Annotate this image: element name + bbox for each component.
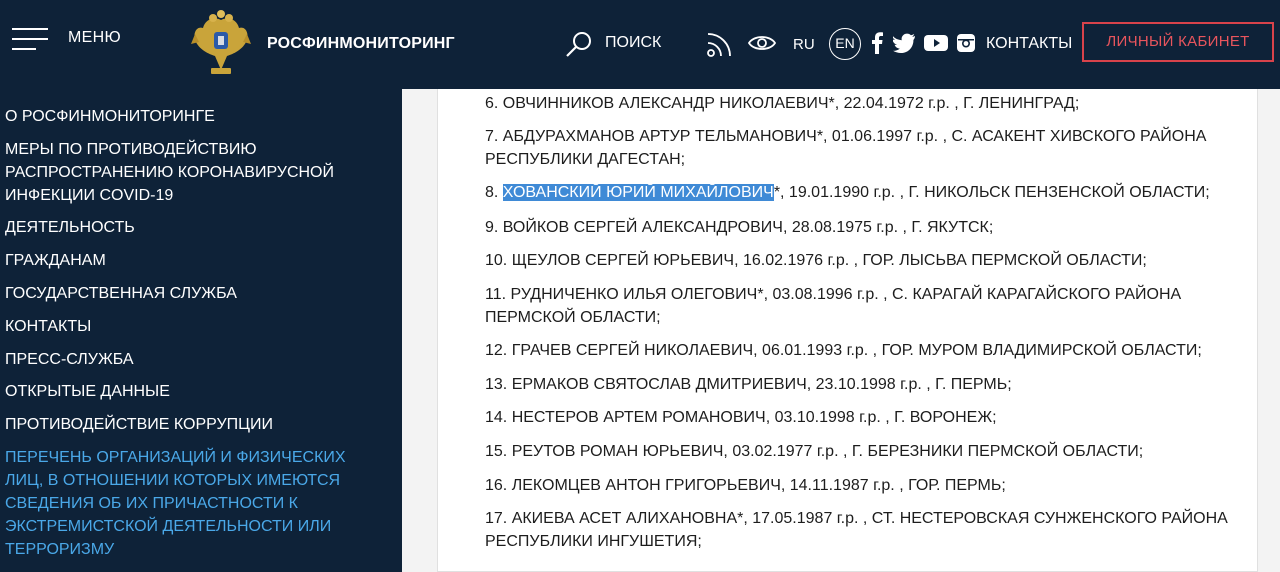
sidebar-item-open-data[interactable]: ОТКРЫТЫЕ ДАННЫЕ [5, 380, 170, 403]
eye-icon[interactable] [748, 32, 776, 54]
contacts-link[interactable]: КОНТАКТЫ [986, 35, 1072, 53]
sidebar-nav: О РОСФИНМОНИТОРИНГЕ МЕРЫ ПО ПРОТИВОДЕЙСТ… [0, 89, 402, 572]
list-item: 12. ГРАЧЕВ СЕРГЕЙ НИКОЛАЕВИЧ, 06.01.1993… [485, 339, 1245, 362]
sidebar-item-press[interactable]: ПРЕСС-СЛУЖБА [5, 348, 134, 371]
list-item-selected: 8. ХОВАНСКИЙ ЮРИЙ МИХАЙЛОВИЧ*, 19.01.199… [485, 181, 1245, 204]
list-item-line: 13. ЕРМАКОВ СВЯТОСЛАВ ДМИТРИЕВИЧ, 23.10.… [485, 376, 1012, 393]
list-item: 17. АКИЕВА АСЕТ АЛИХАНОВНА*, 17.05.1987 … [485, 507, 1245, 553]
list-item-line: 10. ЩЕУЛОВ СЕРГЕЙ ЮРЬЕВИЧ, 16.02.1976 г.… [485, 252, 1147, 269]
sidebar-item-label: ПРОТИВОДЕЙСТВИЕ КОРРУПЦИИ [5, 416, 273, 433]
search-icon[interactable] [564, 30, 594, 58]
sidebar-item-label: ПЕРЕЧЕНЬ ОРГАНИЗАЦИЙ И ФИЗИЧЕСКИХ [5, 449, 346, 466]
list-item: 9. ВОЙКОВ СЕРГЕЙ АЛЕКСАНДРОВИЧ, 28.08.19… [485, 216, 1245, 239]
sidebar-item-label: ОТКРЫТЫЕ ДАННЫЕ [5, 383, 170, 400]
list-item: 16. ЛЕКОМЦЕВ АНТОН ГРИГОРЬЕВИЧ, 14.11.19… [485, 474, 1245, 497]
sidebar-item-civil-service[interactable]: ГОСУДАРСТВЕННАЯ СЛУЖБА [5, 282, 237, 305]
list-item-line: 16. ЛЕКОМЦЕВ АНТОН ГРИГОРЬЕВИЧ, 14.11.19… [485, 477, 1006, 494]
list-item: 14. НЕСТЕРОВ АРТЕМ РОМАНОВИЧ, 03.10.1998… [485, 406, 1245, 429]
list-item-line: 7. АБДУРАХМАНОВ АРТУР ТЕЛЬМАНОВИЧ*, 01.0… [485, 128, 1207, 145]
sidebar-item-label: МЕРЫ ПО ПРОТИВОДЕЙСТВИЮ [5, 141, 257, 158]
site-header: МЕНЮ РОСФИНМОНИТОРИНГ ПОИСК RU EN КОНТАК… [0, 0, 1280, 89]
list-item: 7. АБДУРАХМАНОВ АРТУР ТЕЛЬМАНОВИЧ*, 01.0… [485, 125, 1245, 171]
list-item-line: РЕСПУБЛИКИ ИНГУШЕТИЯ; [485, 533, 702, 550]
menu-label[interactable]: МЕНЮ [68, 29, 121, 47]
sidebar-item-label: ЛИЦ, В ОТНОШЕНИИ КОТОРЫХ ИМЕЮТСЯ [5, 472, 341, 489]
sidebar-item-label: ТЕРРОРИЗМУ [5, 541, 115, 558]
sidebar-item-covid[interactable]: МЕРЫ ПО ПРОТИВОДЕЙСТВИЮ РАСПРОСТРАНЕНИЮ … [5, 138, 334, 207]
list-card: 6. ОВЧИННИКОВ АЛЕКСАНДР НИКОЛАЕВИЧ*, 22.… [437, 89, 1258, 572]
sidebar-item-activity[interactable]: ДЕЯТЕЛЬНОСТЬ [5, 216, 135, 239]
youtube-icon[interactable] [924, 32, 948, 54]
instagram-icon[interactable] [956, 32, 976, 54]
list-item-line: 17. АКИЕВА АСЕТ АЛИХАНОВНА*, 17.05.1987 … [485, 510, 1228, 527]
emblem-icon[interactable] [189, 10, 253, 78]
sidebar-item-label: ДЕЯТЕЛЬНОСТЬ [5, 219, 135, 236]
main-content: 6. ОВЧИННИКОВ АЛЕКСАНДР НИКОЛАЕВИЧ*, 22.… [402, 89, 1280, 572]
list-item-line: 6. ОВЧИННИКОВ АЛЕКСАНДР НИКОЛАЕВИЧ*, 22.… [485, 95, 1080, 112]
sidebar-item-label: ИНФЕКЦИИ COVID-19 [5, 187, 174, 204]
list-item-line: 14. НЕСТЕРОВ АРТЕМ РОМАНОВИЧ, 03.10.1998… [485, 409, 997, 426]
lang-ru-link[interactable]: RU [793, 36, 815, 53]
rss-icon[interactable] [706, 28, 736, 58]
sidebar-item-label: РАСПРОСТРАНЕНИЮ КОРОНАВИРУСНОЙ [5, 164, 334, 181]
list-item-line: 12. ГРАЧЕВ СЕРГЕЙ НИКОЛАЕВИЧ, 06.01.1993… [485, 342, 1202, 359]
sidebar-item-label: О РОСФИНМОНИТОРИНГЕ [5, 108, 215, 125]
sidebar-item-citizens[interactable]: ГРАЖДАНАМ [5, 249, 106, 272]
list-item: 15. РЕУТОВ РОМАН ЮРЬЕВИЧ, 03.02.1977 г.р… [485, 440, 1245, 463]
sidebar-item-label: СВЕДЕНИЯ ОБ ИХ ПРИЧАСТНОСТИ К [5, 495, 298, 512]
text-selection[interactable]: ХОВАНСКИЙ ЮРИЙ МИХАЙЛОВИЧ [502, 184, 774, 201]
sidebar-item-label: КОНТАКТЫ [5, 318, 92, 335]
list-item-line: РЕСПУБЛИКИ ДАГЕСТАН; [485, 151, 686, 168]
search-label[interactable]: ПОИСК [605, 34, 661, 52]
list-item-details: *, 19.01.1990 г.р. , Г. НИКОЛЬСК ПЕНЗЕНС… [773, 184, 1210, 201]
sidebar-item-extremist-list[interactable]: ПЕРЕЧЕНЬ ОРГАНИЗАЦИЙ И ФИЗИЧЕСКИХ ЛИЦ, В… [5, 446, 346, 561]
lang-en-link[interactable]: EN [829, 28, 861, 60]
twitter-icon[interactable] [893, 32, 915, 54]
list-item: 10. ЩЕУЛОВ СЕРГЕЙ ЮРЬЕВИЧ, 16.02.1976 г.… [485, 249, 1245, 272]
personal-cabinet-button[interactable]: ЛИЧНЫЙ КАБИНЕТ [1082, 22, 1274, 62]
sidebar-item-contacts[interactable]: КОНТАКТЫ [5, 315, 91, 338]
hamburger-icon[interactable] [12, 28, 50, 52]
list-item-line: 15. РЕУТОВ РОМАН ЮРЬЕВИЧ, 03.02.1977 г.р… [485, 443, 1144, 460]
sidebar-item-anticorruption[interactable]: ПРОТИВОДЕЙСТВИЕ КОРРУПЦИИ [5, 413, 273, 436]
sidebar-item-about[interactable]: О РОСФИНМОНИТОРИНГЕ [5, 105, 215, 128]
list-item: 6. ОВЧИННИКОВ АЛЕКСАНДР НИКОЛАЕВИЧ*, 22.… [485, 92, 1245, 115]
sidebar-item-label: ПРЕСС-СЛУЖБА [5, 351, 134, 368]
brand-name[interactable]: РОСФИНМОНИТОРИНГ [267, 35, 455, 53]
list-item-line: ПЕРМСКОЙ ОБЛАСТИ; [485, 309, 661, 326]
sidebar-item-label: ГОСУДАРСТВЕННАЯ СЛУЖБА [5, 285, 237, 302]
list-item: 11. РУДНИЧЕНКО ИЛЬЯ ОЛЕГОВИЧ*, 03.08.199… [485, 283, 1245, 329]
list-item-line: 9. ВОЙКОВ СЕРГЕЙ АЛЕКСАНДРОВИЧ, 28.08.19… [485, 219, 994, 236]
sidebar-item-label: ЭКСТРЕМИСТСКОЙ ДЕЯТЕЛЬНОСТИ ИЛИ [5, 518, 332, 535]
facebook-icon[interactable] [871, 32, 883, 54]
list-item: 13. ЕРМАКОВ СВЯТОСЛАВ ДМИТРИЕВИЧ, 23.10.… [485, 373, 1245, 396]
sidebar-item-label: ГРАЖДАНАМ [5, 252, 106, 269]
list-item-number: 8. [485, 184, 503, 201]
list-item-line: 11. РУДНИЧЕНКО ИЛЬЯ ОЛЕГОВИЧ*, 03.08.199… [485, 286, 1182, 303]
